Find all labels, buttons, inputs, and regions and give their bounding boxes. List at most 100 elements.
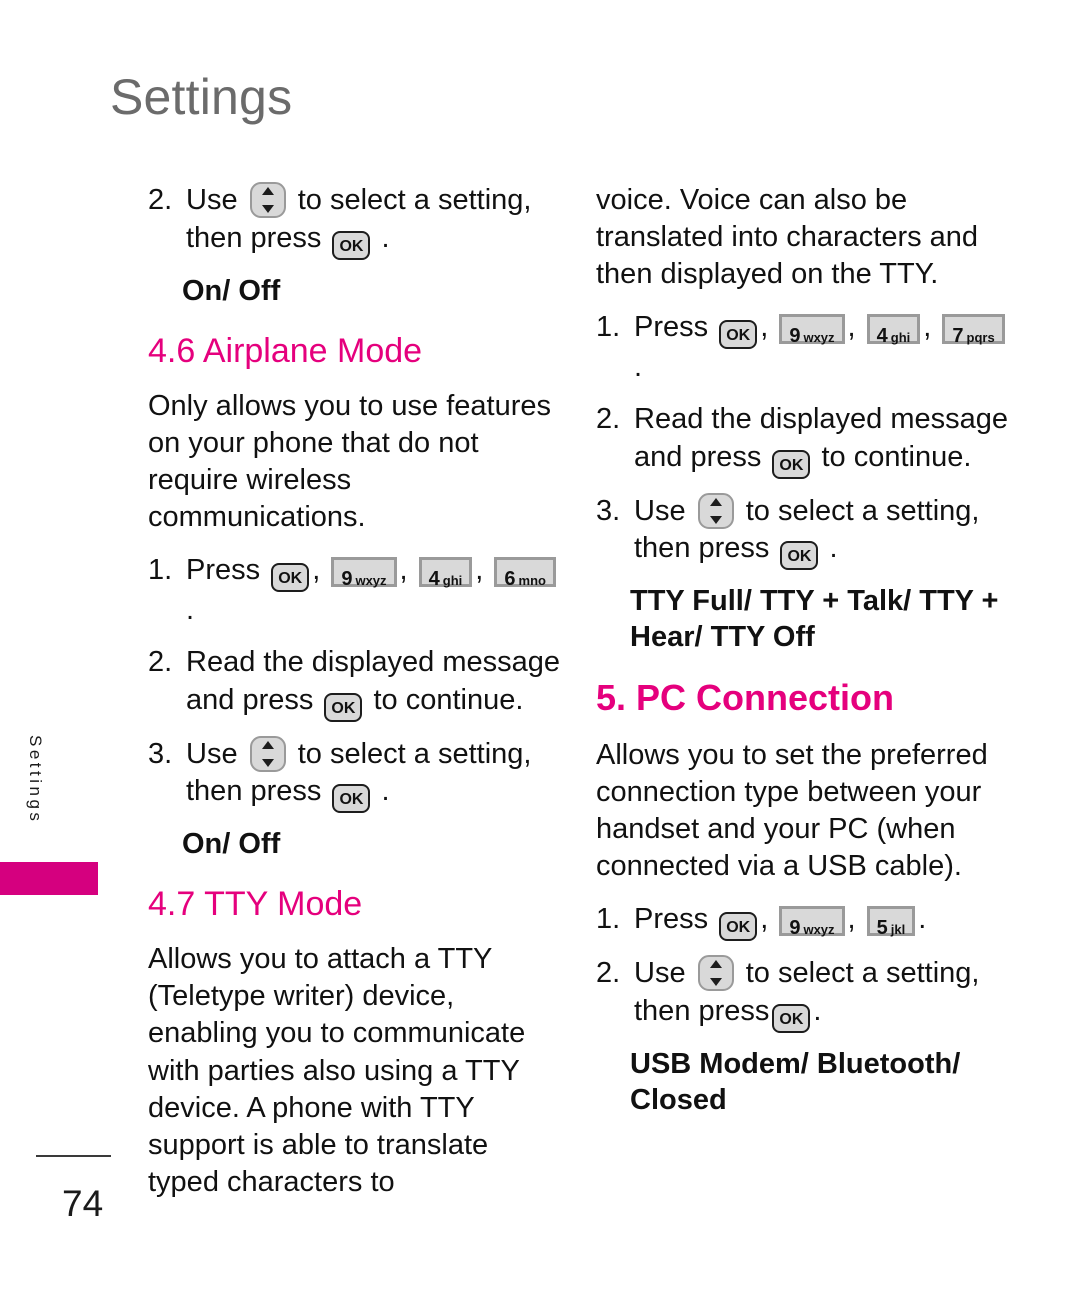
step-body: Press OK, 9 wxyz, 4 ghi, 6 mno. [186,552,560,630]
step-body: Read the displayed message and press OK … [186,644,560,722]
ok-key-icon: OK [772,449,811,479]
step-text: . [918,903,927,936]
key-digit: 9 [789,325,801,348]
keypad-key-4-icon: 4 ghi [866,314,921,347]
nav-key-icon [697,492,734,529]
keypad-key-4-icon: 4 ghi [418,557,473,590]
step-text: , [847,903,856,936]
step-body: Press OK, 9 wxyz, 4 ghi, 7 pqrs. [634,309,1008,387]
step-text: then press [634,532,770,565]
step-number: 3. [596,494,621,527]
step-text: , [923,311,932,344]
key-digit: 6 [504,568,516,591]
step-text: to continue. [821,440,972,473]
step-text: . [813,994,822,1027]
step-text: . [829,532,838,565]
step-body: Use to select a setting, then press OK . [186,182,560,260]
step-number: 1. [596,311,621,344]
ok-key-icon: OK [719,912,758,942]
step-number: 1. [596,903,621,936]
step-number: 1. [148,554,173,587]
keypad-key-9-icon: 9 wxyz [779,314,845,348]
ok-key-icon: OK [332,230,371,260]
ok-key-icon: OK [719,320,758,350]
keypad-key-9-icon: 9 wxyz [779,906,845,940]
step-body: Press OK, 9 wxyz, 5 jkl. [634,901,1008,942]
step-text: , [760,311,769,344]
ok-key-icon: OK [772,1003,811,1033]
ok-key-icon: OK [271,563,310,593]
keypad-key-7-icon: 7 pqrs [942,314,1005,348]
key-letters: ghi [442,573,463,589]
step-text: Use [186,737,238,770]
section-body-pc-connection: Allows you to set the preferred connecti… [596,738,988,882]
step-text: . [381,221,390,254]
section-heading-pc-connection: 5. PC Connection [596,677,895,719]
section-tab-marker [0,862,98,895]
options-subheading-tty: TTY Full/ TTY + Talk/ TTY + Hear/ TTY Of… [630,585,999,654]
ok-key-icon: OK [324,692,363,722]
key-letters: mno [518,573,546,589]
step-text: to select a setting, [745,494,980,527]
key-digit: 9 [341,568,353,591]
step-text: to select a setting, [745,957,980,990]
step-body: Read the displayed message and press OK … [634,401,1008,479]
step-text: , [399,554,408,587]
step-text: , [475,554,484,587]
step-text: to select a setting, [297,184,532,216]
options-subheading-pc: USB Modem/ Bluetooth/ Closed [630,1047,961,1116]
step-text: to select a setting, [297,737,532,770]
sidebar-section-label: Settings [26,735,45,825]
options-subheading: On/ Off [182,274,281,307]
step-text: then press [634,994,770,1027]
step-number: 2. [148,184,173,216]
ok-key-icon: OK [780,541,819,571]
key-letters: pqrs [966,330,995,346]
step-item: 2. Read the displayed message and press … [148,644,560,722]
section-heading-tty-mode: 4.7 TTY Mode [148,885,363,924]
key-letters: wxyz [803,330,835,346]
step-item: 2. Use to select a setting, then press O… [148,182,560,260]
key-letters: jkl [890,922,906,938]
step-item: 3. Use to select a setting, then press O… [148,735,560,814]
key-digit: 5 [876,917,888,940]
section-body-tty-mode-continued: voice. Voice can also be translated into… [596,184,979,291]
step-item: 1. Press OK, 9 wxyz, 4 ghi, 7 pqrs. [596,309,1008,387]
step-text: , [847,311,856,344]
keypad-key-5-icon: 5 jkl [866,906,916,940]
nav-key-icon [249,182,286,218]
key-letters: wxyz [355,573,387,589]
step-text: , [312,554,321,587]
step-text: Press [186,554,261,587]
step-item: 1. Press OK, 9 wxyz, 5 jkl. [596,901,1008,942]
step-text: . [381,775,390,808]
page-title: Settings [110,69,293,125]
step-item: 3. Use to select a setting, then press O… [596,492,1008,571]
step-number: 2. [596,403,621,436]
step-item: 2. Use to select a setting, then press OK… [596,955,1008,1033]
left-column: 2. Use to select a setting, then press O… [148,182,560,1217]
nav-key-icon [249,735,286,772]
step-item: 2. Read the displayed message and press … [596,401,1008,479]
step-item: 1. Press OK, 9 wxyz, 4 ghi, 6 mno. [148,552,560,630]
section-heading-airplane-mode: 4.6 Airplane Mode [148,331,423,370]
keypad-key-9-icon: 9 wxyz [331,557,397,591]
step-text: then press [186,775,322,808]
step-body: Use to select a setting, then press OK . [186,735,560,814]
key-digit: 9 [789,917,801,940]
page-number: 74 [62,1183,104,1224]
step-text: to continue. [373,683,524,716]
step-text: Use [634,957,686,990]
step-number: 3. [148,737,173,770]
nav-key-icon [697,955,734,992]
step-body: Use to select a setting, then press OK . [634,492,1008,571]
step-body: Use to select a setting, then press OK. [634,955,1008,1033]
step-text: Press [634,903,709,936]
key-digit: 7 [952,325,964,348]
section-body-airplane-mode: Only allows you to use features on your … [148,389,551,534]
footer-divider [36,1155,111,1157]
step-number: 2. [148,645,173,678]
step-text: Press [634,311,709,344]
step-text: . [634,351,643,384]
step-text: Use [186,184,238,216]
